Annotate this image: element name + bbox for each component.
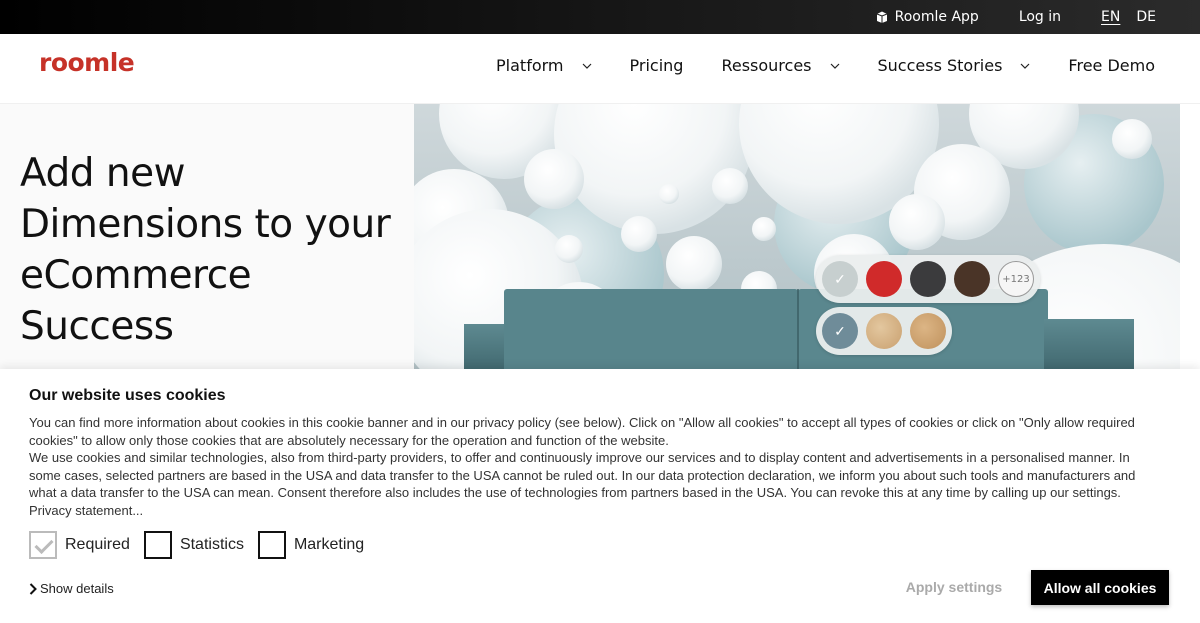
nav-success-stories[interactable]: Success Stories [878, 56, 1031, 75]
main-nav: Platform Pricing Ressources Success Stor… [496, 56, 1155, 75]
chevron-down-icon [1020, 63, 1030, 69]
login-link[interactable]: Log in [1019, 9, 1061, 25]
hero-bubbles-illustration [414, 104, 1180, 370]
swatch-blue-grey[interactable]: ✓ [822, 313, 858, 349]
show-details-toggle[interactable]: Show details [29, 581, 114, 596]
nav-ressources[interactable]: Ressources [721, 56, 839, 75]
apply-settings-button[interactable]: Apply settings [890, 570, 1018, 604]
cookie-paragraph-usa: We use cookies and similar technologies,… [29, 450, 1136, 500]
language-en[interactable]: EN [1101, 9, 1120, 25]
color-swatch-row: ✓ +123 [816, 255, 1040, 303]
cookie-banner: Our website uses cookies You can find mo… [0, 369, 1200, 623]
show-details-label: Show details [40, 581, 114, 596]
nav-platform[interactable]: Platform [496, 56, 591, 75]
hero-image: ✓ +123 ✓ [414, 104, 1180, 370]
roomle-app-link[interactable]: Roomle App [875, 9, 979, 25]
language-de[interactable]: DE [1136, 9, 1156, 25]
checkbox-required-label: Required [65, 536, 130, 553]
checkbox-required-box[interactable] [29, 531, 57, 559]
nav-platform-label: Platform [496, 56, 564, 75]
checkbox-statistics-box[interactable] [143, 531, 172, 559]
material-swatch-row: ✓ [816, 307, 952, 355]
privacy-statement-link[interactable]: Privacy statement... [29, 503, 143, 518]
cookie-banner-title: Our website uses cookies [29, 387, 226, 404]
roomle-app-label: Roomle App [894, 9, 979, 25]
nav-free-demo[interactable]: Free Demo [1068, 56, 1155, 75]
allow-all-cookies-button[interactable]: Allow all cookies [1031, 570, 1169, 605]
nav-pricing-label: Pricing [629, 56, 684, 75]
chevron-right-icon [29, 582, 37, 595]
hero-title: Add new Dimensions to your eCommerce Suc… [20, 151, 391, 349]
swatch-red[interactable] [866, 261, 902, 297]
checkbox-required[interactable]: Required [29, 531, 130, 559]
swatch-light-grey[interactable]: ✓ [822, 261, 858, 297]
cookie-banner-text: You can find more information about cook… [29, 414, 1149, 519]
chevron-down-icon [830, 63, 839, 69]
more-colors-button[interactable]: +123 [998, 261, 1034, 297]
roomle-cube-icon [876, 11, 887, 23]
swatch-light-oak[interactable] [866, 313, 902, 349]
checkmark-icon: ✓ [834, 270, 846, 287]
nav-ressources-label: Ressources [721, 56, 812, 75]
nav-success-stories-label: Success Stories [877, 56, 1003, 75]
top-bar: Roomle App Log in EN DE [0, 0, 1200, 34]
nav-pricing[interactable]: Pricing [630, 56, 684, 75]
checkbox-statistics-label: Statistics [179, 536, 244, 553]
roomle-logo[interactable]: roomle [39, 48, 135, 77]
cookie-categories: Required Statistics Marketing [29, 531, 378, 559]
checkbox-marketing[interactable]: Marketing [257, 531, 365, 559]
checkmark-icon: ✓ [834, 322, 846, 339]
swatch-dark-brown[interactable] [954, 261, 990, 297]
swatch-dark-grey[interactable] [910, 261, 946, 297]
checkbox-marketing-box[interactable] [257, 531, 286, 559]
chevron-down-icon [582, 63, 591, 69]
sofa-cushion-left [504, 289, 798, 370]
nav-free-demo-label: Free Demo [1068, 56, 1155, 75]
hero-right-margin [1180, 104, 1200, 370]
hero-text-panel: Add new Dimensions to your eCommerce Suc… [0, 104, 414, 370]
sofa-armrest-right [1044, 319, 1134, 370]
swatch-oak[interactable] [910, 313, 946, 349]
main-header: roomle Platform Pricing Ressources Succe… [0, 34, 1200, 104]
cookie-paragraph-intro: You can find more information about cook… [29, 415, 1135, 448]
checkbox-marketing-label: Marketing [293, 536, 365, 553]
checkbox-statistics[interactable]: Statistics [143, 531, 244, 559]
